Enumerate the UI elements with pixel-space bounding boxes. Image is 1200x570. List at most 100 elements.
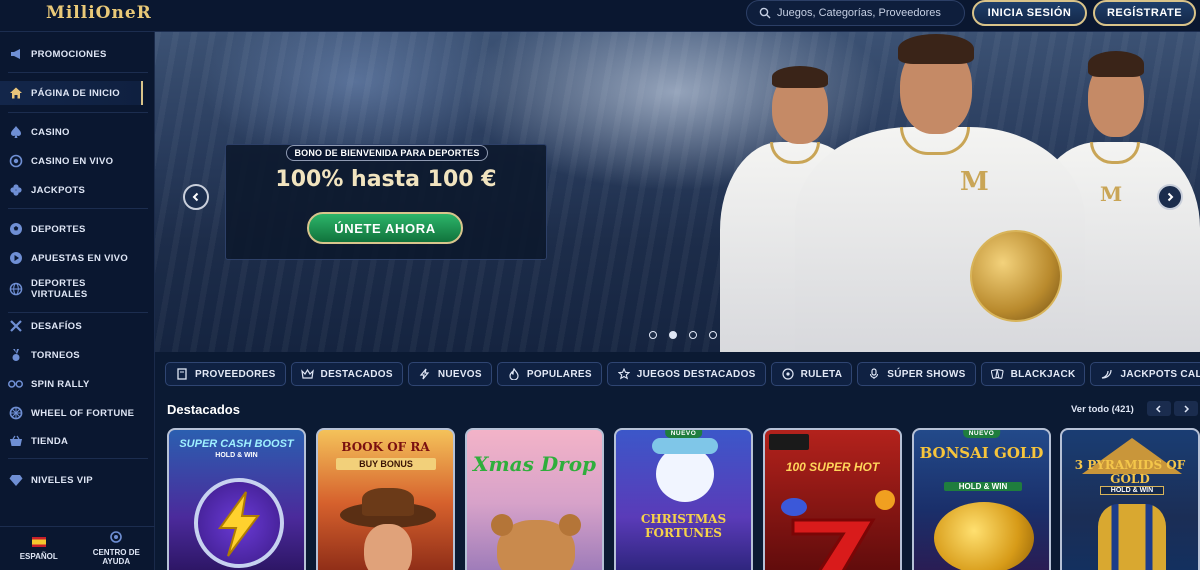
sidebar-item-tienda[interactable]: TIENDA — [0, 429, 155, 453]
bear-ear — [491, 514, 513, 536]
join-now-button[interactable]: ÚNETE AHORA — [307, 212, 463, 244]
sidebar-item-label: CASINO EN VIVO — [31, 155, 114, 167]
chevron-left-icon — [1155, 404, 1161, 413]
flame-icon — [507, 367, 521, 381]
sidebar-item-desafios[interactable]: DESAFÍOS — [0, 314, 155, 338]
slide-dot-active[interactable] — [669, 331, 677, 339]
game-title: 100 SUPER HOT — [785, 460, 880, 474]
sidebar-item-promociones[interactable]: PROMOCIONES — [0, 42, 155, 66]
game-tile[interactable]: 3 PYRAMIDS OF GOLD HOLD & WIN — [1060, 428, 1200, 570]
new-badge: NUEVO — [962, 430, 1001, 438]
tab-super-shows[interactable]: SÚPER SHOWS — [857, 362, 976, 386]
sidebar-divider — [8, 72, 148, 73]
lightning-emblem — [194, 478, 284, 568]
bolt-icon — [418, 367, 432, 381]
microphone-icon — [867, 367, 881, 381]
tab-ruleta[interactable]: RULETA — [770, 362, 853, 386]
live-chip-icon — [8, 154, 23, 169]
hero-banner[interactable]: M M M BONO DE BIENVENIDA PARA DEPORTES 1… — [155, 32, 1200, 352]
sidebar-item-niveles-vip[interactable]: NIVELES VIP — [0, 468, 155, 492]
sidebar-item-casino[interactable]: CASINO — [0, 120, 155, 144]
tab-juegos-destacados[interactable]: JUEGOS DESTACADOS — [606, 362, 766, 386]
view-all-link[interactable]: Ver todo (421) — [1071, 404, 1134, 415]
jackpot-cards-logo — [769, 434, 809, 450]
sidebar-divider — [8, 312, 148, 313]
tab-label: RULETA — [800, 368, 843, 380]
sidebar-item-torneos[interactable]: TORNEOS — [0, 343, 155, 367]
tab-jackpots-calientes[interactable]: JACKPOTS CALIENTES — [1090, 362, 1200, 386]
sidebar-item-label: PÁGINA DE INICIO — [31, 87, 120, 99]
hero-next-button[interactable] — [1157, 184, 1183, 210]
game-tile[interactable]: BOOK OF RA BUY BONUS — [316, 428, 455, 570]
golden-ball — [970, 230, 1062, 322]
game-tile[interactable]: SUPER CASH BOOST HOLD & WIN — [167, 428, 306, 570]
chevron-left-icon — [192, 192, 199, 202]
help-label-line2: AYUDA — [102, 557, 131, 566]
game-subtitle: BUY BONUS — [336, 458, 436, 470]
login-button[interactable]: INICIA SESIÓN — [972, 0, 1087, 26]
tab-label: JUEGOS DESTACADOS — [636, 368, 756, 380]
search-box[interactable] — [746, 0, 965, 26]
tab-label: BLACKJACK — [1010, 368, 1076, 380]
sidebar-item-label: JACKPOTS — [31, 184, 86, 196]
chevron-right-icon — [1167, 192, 1174, 202]
game-tile[interactable]: Xmas Drop — [465, 428, 604, 570]
language-label: ESPAÑOL — [19, 551, 58, 561]
chevron-right-icon — [1184, 404, 1190, 413]
hero-prev-button[interactable] — [183, 184, 209, 210]
help-center-link[interactable]: CENTRO DE AYUDA — [78, 527, 156, 570]
sidebar-item-inicio[interactable]: PÁGINA DE INICIO — [0, 81, 143, 105]
bonsai-tree — [934, 502, 1034, 570]
slide-dot[interactable] — [649, 331, 657, 339]
featured-next-button[interactable] — [1174, 401, 1198, 416]
tab-destacados[interactable]: DESTACADOS — [290, 362, 403, 386]
game-title: CHRISTMAS FORTUNES — [640, 512, 727, 540]
slide-dot[interactable] — [689, 331, 697, 339]
tab-label: DESTACADOS — [320, 368, 393, 380]
new-badge: NUEVO — [664, 430, 703, 438]
sidebar-item-deportes-virtuales[interactable]: DEPORTES VIRTUALES — [0, 275, 155, 303]
featured-prev-button[interactable] — [1147, 401, 1171, 416]
orange-symbol — [875, 490, 895, 510]
home-icon — [8, 86, 23, 101]
roulette-icon — [781, 367, 795, 381]
slide-dot[interactable] — [709, 331, 717, 339]
chili-icon — [1100, 367, 1114, 381]
basket-icon — [8, 434, 23, 449]
wheel-icon — [8, 406, 23, 421]
sidebar-item-casino-en-vivo[interactable]: CASINO EN VIVO — [0, 149, 155, 173]
help-icon — [110, 531, 123, 545]
sidebar-item-deportes[interactable]: DEPORTES — [0, 217, 155, 241]
crossed-swords-icon — [8, 319, 23, 334]
medal-icon — [8, 348, 23, 363]
promo-title: 100% hasta 100 € — [275, 167, 497, 192]
tab-label: NUEVOS — [437, 368, 482, 380]
sidebar-item-wheel-of-fortune[interactable]: WHEEL OF FORTUNE — [0, 401, 155, 425]
game-title: Xmas Drop — [472, 452, 597, 476]
sidebar-item-label: TIENDA — [31, 435, 69, 447]
tab-blackjack[interactable]: BLACKJACK — [980, 362, 1086, 386]
game-tile[interactable]: NUEVO CHRISTMAS FORTUNES — [614, 428, 753, 570]
sidebar-divider — [8, 112, 148, 113]
game-subtitle: HOLD & WIN — [215, 452, 258, 459]
slide-indicators — [649, 331, 717, 339]
game-tile[interactable]: NUEVO BONSAI GOLD HOLD & WIN — [912, 428, 1051, 570]
hat-crown — [362, 488, 414, 516]
tab-proveedores[interactable]: PROVEEDORES — [165, 362, 286, 386]
tab-nuevos[interactable]: NUEVOS — [407, 362, 492, 386]
crown-icon — [301, 367, 315, 381]
search-input[interactable] — [777, 7, 957, 19]
sidebar-item-spin-rally[interactable]: SPIN RALLY — [0, 372, 155, 396]
section-title: Destacados — [167, 402, 240, 417]
game-tile[interactable]: 100 SUPER HOT — [763, 428, 902, 570]
snowman-head — [656, 446, 714, 502]
sidebar-item-label: APUESTAS EN VIVO — [31, 252, 129, 264]
language-selector[interactable]: ESPAÑOL — [0, 527, 78, 570]
seven-symbol — [791, 518, 876, 570]
sidebar-item-apuestas-en-vivo[interactable]: APUESTAS EN VIVO — [0, 246, 155, 270]
site-logo[interactable]: MilliOneR — [46, 3, 152, 23]
sidebar-item-jackpots[interactable]: JACKPOTS — [0, 178, 155, 202]
register-button[interactable]: REGÍSTRATE — [1093, 0, 1196, 26]
sidebar-item-label: TORNEOS — [31, 349, 80, 361]
tab-populares[interactable]: POPULARES — [496, 362, 602, 386]
